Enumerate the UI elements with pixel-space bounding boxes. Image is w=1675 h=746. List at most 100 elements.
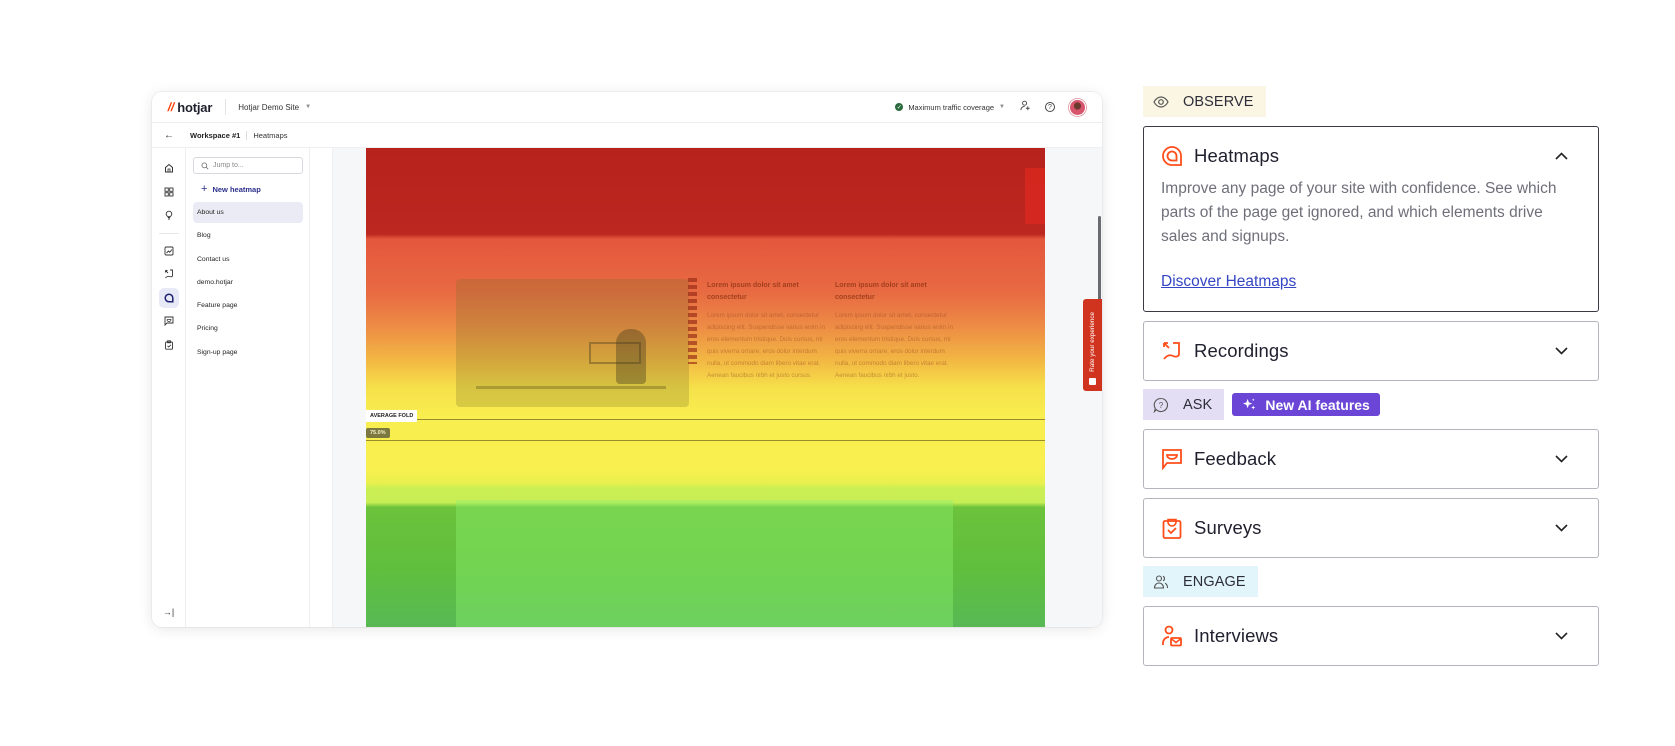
chevron-down-icon: ▼ <box>305 104 312 110</box>
feedback-icon[interactable] <box>159 311 179 331</box>
surveys-card-title: Surveys <box>1194 517 1262 538</box>
interviews-card[interactable]: Interviews <box>1143 606 1599 666</box>
traffic-coverage-selector[interactable]: ✓ Maximum traffic coverage ▼ <box>895 103 1005 112</box>
users-icon <box>1153 574 1169 590</box>
expand-sidebar-icon[interactable]: →| <box>163 607 174 617</box>
photo-person <box>616 329 646 384</box>
surveys-card[interactable]: Surveys <box>1143 498 1599 558</box>
decorative-stripe <box>688 278 697 364</box>
chevron-down-icon: ▼ <box>999 104 1005 110</box>
chevron-up-icon[interactable] <box>1554 149 1568 163</box>
hotjar-logo-icon: // <box>166 100 176 114</box>
average-fold-line <box>366 419 1045 420</box>
breadcrumb-page: Heatmaps <box>253 130 288 140</box>
recordings-card-header[interactable]: Recordings <box>1144 322 1598 380</box>
interviews-card-header[interactable]: Interviews <box>1144 607 1598 665</box>
product-feature-panel: OBSERVE Heatmaps Improve any page of you… <box>1143 86 1599 666</box>
chevron-down-icon[interactable] <box>1554 629 1568 643</box>
heatmap-list-item[interactable]: Pricing <box>193 318 303 339</box>
surveys-card-header[interactable]: Surveys <box>1144 499 1598 557</box>
rate-experience-tab[interactable]: Rate your experience <box>1083 299 1102 391</box>
heatmap-list-item[interactable]: Contact us <box>193 249 303 270</box>
canvas-gutter <box>310 148 333 627</box>
column-body: Lorem ipsum dolor sit amet, consectetur … <box>835 312 953 379</box>
lightbulb-icon[interactable] <box>159 205 179 225</box>
section-observe: OBSERVE <box>1143 86 1266 117</box>
breadcrumb-divider <box>246 130 248 140</box>
heatmap-list-item[interactable]: About us <box>193 202 303 223</box>
fold-percent-line <box>366 440 1045 441</box>
page-feedback-widget <box>1025 168 1045 224</box>
heatmap-list-item-label: Feature page <box>197 302 238 310</box>
content-column: Lorem ipsum dolor sit amet consectetur L… <box>835 280 955 382</box>
heatmap-list-item-label: Blog <box>197 232 211 240</box>
heatmap-canvas: Lorem ipsum dolor sit amet consectetur L… <box>310 148 1102 627</box>
photo-desk <box>476 386 666 389</box>
interviews-card-title: Interviews <box>1194 625 1279 646</box>
heatmaps-card-body: Improve any page of your site with confi… <box>1144 177 1598 311</box>
section-engage-label: ENGAGE <box>1183 573 1246 590</box>
recordings-card[interactable]: Recordings <box>1143 321 1599 381</box>
hotjar-logo[interactable]: // hotjar <box>166 99 213 115</box>
heatmap-list-item-label: Sign-up page <box>197 348 238 356</box>
section-ask: ? ASK <box>1143 389 1225 420</box>
feedback-icon <box>1160 447 1184 471</box>
ask-section-header: ? ASK New AI features <box>1143 389 1599 420</box>
average-fold-label: AVERAGE FOLD <box>366 410 418 422</box>
traffic-coverage-label: Maximum traffic coverage <box>908 102 995 112</box>
heatmap-list-item-label: demo.hotjar <box>197 278 233 286</box>
heatmap-list-item-label: Pricing <box>197 325 218 333</box>
scroll-heatmap[interactable]: Lorem ipsum dolor sit amet consectetur L… <box>366 148 1045 627</box>
surveys-icon[interactable] <box>159 335 179 355</box>
heatmaps-card: Heatmaps Improve any page of your site w… <box>1143 126 1599 312</box>
heatmap-list-item-label: Contact us <box>197 255 230 263</box>
heatmap-list-item[interactable]: demo.hotjar <box>193 272 303 293</box>
top-bar: // hotjar Hotjar Demo Site ▼ ✓ Maximum t… <box>152 92 1102 123</box>
invite-user-icon[interactable] <box>1019 100 1031 114</box>
chevron-down-icon[interactable] <box>1554 521 1568 535</box>
sparkle-icon <box>1243 398 1256 410</box>
heatmap-list: About us Blog Contact us demo.hotjar Fea… <box>193 202 303 363</box>
hotjar-app-window: // hotjar Hotjar Demo Site ▼ ✓ Maximum t… <box>152 92 1102 627</box>
heatmaps-icon[interactable] <box>158 287 179 308</box>
interviews-icon <box>1160 624 1184 648</box>
eye-icon <box>1153 94 1169 110</box>
discover-heatmaps-link[interactable]: Discover Heatmaps <box>1161 273 1296 291</box>
logo-text: hotjar <box>177 99 213 115</box>
heatmap-list-item[interactable]: Blog <box>193 225 303 246</box>
section-engage: ENGAGE <box>1143 566 1258 597</box>
help-icon[interactable]: ? <box>1045 102 1055 112</box>
home-icon[interactable] <box>159 158 179 178</box>
chevron-down-icon[interactable] <box>1554 344 1568 358</box>
heatmap-list-item-label: About us <box>197 209 224 216</box>
rate-experience-label: Rate your experience <box>1089 312 1096 372</box>
svg-text:?: ? <box>1159 401 1164 410</box>
keyboard-photo <box>456 500 953 627</box>
feedback-card[interactable]: Feedback <box>1143 429 1599 489</box>
office-photo <box>456 279 689 407</box>
recordings-card-title: Recordings <box>1194 340 1289 361</box>
fold-percent-badge: 75.0% <box>366 428 390 438</box>
site-name: Hotjar Demo Site <box>238 102 300 112</box>
new-heatmap-button[interactable]: + New heatmap <box>201 183 303 195</box>
site-selector[interactable]: Hotjar Demo Site ▼ <box>225 99 311 115</box>
recordings-icon <box>1160 339 1184 363</box>
trends-icon[interactable] <box>159 241 179 261</box>
section-observe-label: OBSERVE <box>1183 93 1254 110</box>
heatmap-list-item[interactable]: Sign-up page <box>193 342 303 363</box>
new-heatmap-label: New heatmap <box>212 184 261 194</box>
dashboards-icon[interactable] <box>159 182 179 202</box>
chevron-down-icon[interactable] <box>1554 452 1568 466</box>
back-arrow-icon[interactable]: ← <box>164 130 174 141</box>
recordings-icon[interactable] <box>159 264 179 284</box>
heatmaps-card-title: Heatmaps <box>1194 145 1280 166</box>
surveys-icon <box>1160 516 1184 540</box>
breadcrumb-workspace[interactable]: Workspace #1 <box>190 131 240 140</box>
jump-to-search[interactable]: Jump to... <box>193 157 303 174</box>
new-ai-features-badge[interactable]: New AI features <box>1232 393 1380 416</box>
user-avatar[interactable] <box>1069 98 1086 116</box>
feedback-card-header[interactable]: Feedback <box>1144 430 1598 488</box>
new-ai-features-label: New AI features <box>1265 396 1370 413</box>
feedback-card-title: Feedback <box>1194 448 1277 469</box>
heatmap-list-item[interactable]: Feature page <box>193 295 303 316</box>
